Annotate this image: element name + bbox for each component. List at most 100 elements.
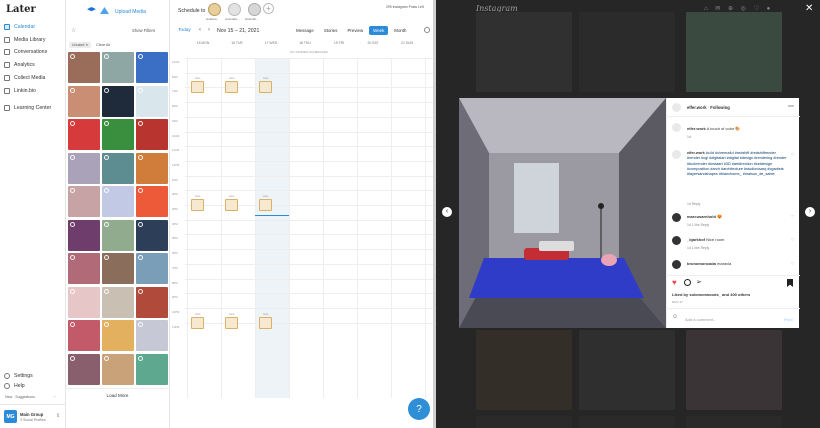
hour-row[interactable]	[185, 146, 435, 148]
media-thumbnail[interactable]	[68, 85, 100, 117]
today-button[interactable]: Today	[178, 28, 191, 33]
hour-row[interactable]	[185, 102, 435, 104]
media-thumbnail[interactable]	[68, 219, 100, 251]
select-circle-icon[interactable]	[138, 54, 143, 59]
emoji-icon[interactable]: ☺	[672, 314, 678, 320]
media-thumbnail[interactable]	[102, 119, 134, 150]
media-thumbnail[interactable]	[68, 353, 100, 385]
hour-row[interactable]	[185, 205, 435, 206]
media-thumbnail[interactable]	[102, 52, 134, 83]
hour-row[interactable]	[185, 322, 435, 324]
select-circle-icon[interactable]	[138, 288, 143, 294]
hour-row[interactable]	[185, 293, 435, 295]
bookmark-icon[interactable]	[787, 279, 793, 287]
comment-icon[interactable]	[684, 279, 691, 286]
grid-post[interactable]	[579, 12, 675, 92]
dropbox-icon[interactable]	[87, 7, 96, 12]
hour-row[interactable]	[185, 72, 435, 74]
view-tab-stories[interactable]: Stories	[320, 26, 342, 35]
hashtag-username[interactable]: elfer.work	[687, 151, 705, 155]
select-circle-icon[interactable]	[104, 355, 109, 361]
sidebar-item-calendar[interactable]: Calendar	[4, 22, 64, 32]
suggestions-row[interactable]: New Suggestions ⋯	[5, 395, 57, 399]
previous-post-button[interactable]: ‹	[442, 207, 452, 217]
heart-icon[interactable]: ♥	[672, 278, 677, 287]
google-drive-icon[interactable]	[100, 7, 109, 14]
select-circle-icon[interactable]	[104, 188, 109, 193]
clear-all-button[interactable]: Clear All	[96, 43, 110, 47]
following-button[interactable]: Following	[710, 105, 730, 110]
sidebar-item-media-library[interactable]: Media Library	[4, 35, 64, 45]
select-circle-icon[interactable]	[138, 87, 143, 93]
caption-username[interactable]: elfer.work	[687, 126, 706, 131]
select-circle-icon[interactable]	[138, 355, 143, 361]
profile-avatar-1[interactable]	[208, 3, 221, 16]
grid-post[interactable]	[579, 416, 675, 428]
hour-row[interactable]	[185, 307, 435, 309]
comment-username[interactable]: _bjarkhof	[687, 237, 705, 242]
select-circle-icon[interactable]	[70, 188, 75, 193]
media-thumbnail[interactable]	[136, 186, 168, 217]
select-circle-icon[interactable]	[138, 121, 143, 126]
scheduled-slot[interactable]	[259, 199, 272, 211]
grid-post[interactable]	[686, 416, 782, 428]
select-circle-icon[interactable]	[104, 221, 109, 227]
select-circle-icon[interactable]	[70, 121, 75, 126]
select-circle-icon[interactable]	[138, 255, 143, 260]
select-circle-icon[interactable]	[104, 255, 109, 260]
hour-row[interactable]	[185, 160, 435, 162]
load-more-button[interactable]: Load More	[66, 388, 169, 402]
comment-avatar[interactable]	[672, 213, 681, 222]
grid-post[interactable]	[476, 416, 572, 428]
media-thumbnail[interactable]	[102, 152, 134, 184]
select-circle-icon[interactable]	[70, 255, 75, 260]
select-circle-icon[interactable]	[70, 288, 75, 294]
comment-avatar[interactable]	[672, 236, 681, 245]
media-thumbnail[interactable]	[68, 320, 100, 351]
media-thumbnail[interactable]	[68, 253, 100, 284]
settings-circle-icon[interactable]	[424, 27, 430, 33]
hour-row[interactable]	[185, 175, 435, 177]
sidebar-item-conversations[interactable]: Conversations	[4, 47, 64, 57]
select-circle-icon[interactable]	[70, 221, 75, 227]
grid-post[interactable]	[476, 12, 572, 92]
hour-row[interactable]	[185, 190, 435, 192]
share-icon[interactable]: ➢	[696, 278, 702, 286]
media-thumbnail[interactable]	[136, 253, 168, 284]
media-thumbnail[interactable]	[68, 52, 100, 83]
like-comment-icon[interactable]: ♡	[791, 152, 795, 157]
sidebar-item-analytics[interactable]: Analytics	[4, 60, 64, 70]
media-thumbnail[interactable]	[136, 119, 168, 150]
post-author-username[interactable]: elfer.work	[687, 105, 707, 110]
comment-username[interactable]: marcusarnhold	[687, 214, 716, 219]
comment-avatar[interactable]	[672, 260, 681, 269]
upload-media-button[interactable]: Upload Media	[115, 9, 146, 15]
select-circle-icon[interactable]	[70, 322, 75, 327]
select-circle-icon[interactable]	[104, 288, 109, 294]
chevron-left-icon[interactable]: ‹	[199, 27, 201, 33]
media-thumbnail[interactable]	[136, 320, 168, 351]
media-thumbnail[interactable]	[102, 286, 134, 318]
media-thumbnail[interactable]	[136, 85, 168, 117]
hour-row[interactable]	[185, 219, 435, 221]
scheduled-slot[interactable]	[191, 81, 204, 94]
sidebar-item-linkinbio[interactable]: Linkin.bio	[4, 86, 64, 96]
view-tab-week[interactable]: Week	[369, 26, 389, 35]
media-thumbnail[interactable]	[136, 152, 168, 184]
media-thumbnail[interactable]	[102, 219, 134, 251]
liked-by-text[interactable]: Liked by solomonwoods_ and 400 others	[672, 292, 750, 297]
comment-username[interactable]: brunomoncada	[687, 261, 716, 266]
select-circle-icon[interactable]	[70, 87, 75, 93]
scheduled-slot[interactable]	[259, 81, 272, 94]
close-icon[interactable]: ✕	[805, 3, 813, 14]
scheduled-slot[interactable]	[225, 199, 238, 211]
select-circle-icon[interactable]	[104, 87, 109, 93]
scheduled-slot[interactable]	[259, 316, 272, 329]
hour-row[interactable]	[185, 263, 435, 265]
select-circle-icon[interactable]	[70, 154, 75, 160]
select-circle-icon[interactable]	[138, 188, 143, 193]
chevron-right-icon[interactable]: ›	[208, 27, 210, 33]
hour-row[interactable]	[185, 116, 435, 118]
hour-row[interactable]	[185, 131, 435, 133]
like-comment-icon[interactable]: ♡	[791, 214, 795, 219]
